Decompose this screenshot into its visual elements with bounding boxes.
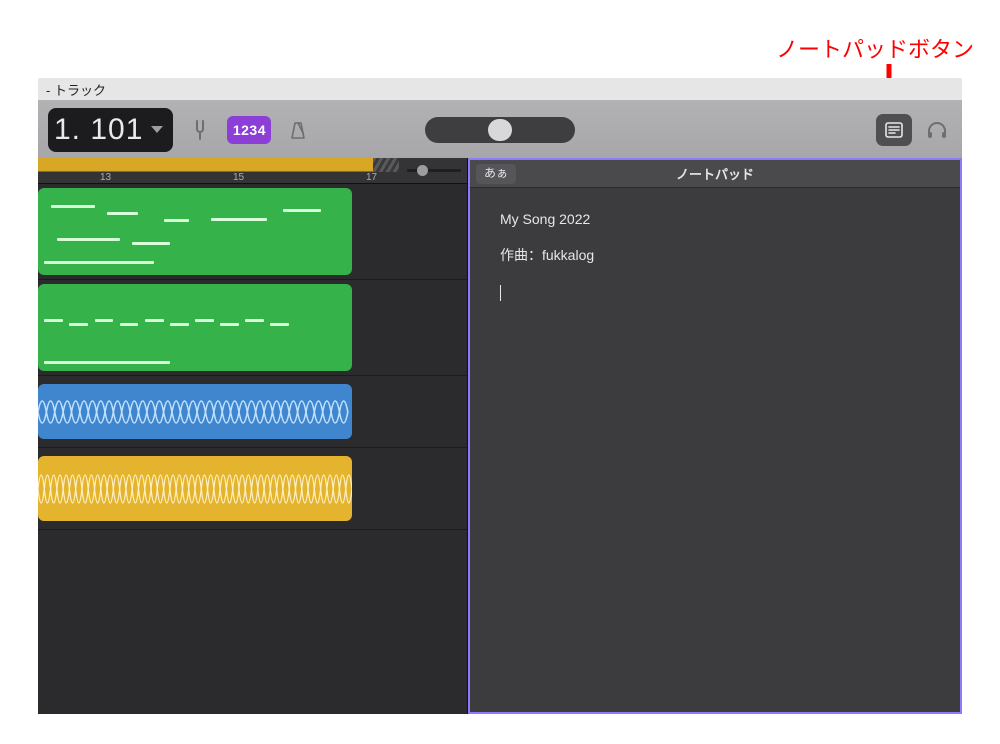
annotation-label: ノートパッドボタン [760, 32, 990, 64]
ruler-tick: 13 [100, 172, 111, 183]
app-window: - トラック 1. 101 1234 [38, 78, 962, 714]
tracks-area[interactable]: 13 15 17 [38, 158, 468, 714]
track-lane[interactable] [38, 184, 467, 280]
text-cursor [500, 285, 501, 301]
ruler-tick: 17 [366, 172, 377, 183]
timeline-ruler[interactable]: 13 15 17 [38, 158, 467, 184]
lcd-bar-beat: 1. 101 [54, 113, 143, 147]
count-in-label: 1234 [233, 122, 266, 138]
audio-region[interactable] [38, 384, 352, 439]
notepad-button[interactable] [876, 114, 912, 146]
workspace: 13 15 17 [38, 158, 962, 714]
horizontal-zoom-slider[interactable] [407, 161, 461, 179]
count-in-button[interactable]: 1234 [227, 116, 271, 144]
tuning-fork-icon[interactable] [185, 115, 215, 145]
ruler-hatch [373, 158, 399, 172]
window-titlebar: - トラック [38, 78, 962, 100]
midi-region[interactable] [38, 188, 352, 275]
toolbar: 1. 101 1234 [38, 100, 962, 158]
notepad-panel: あぁ ノートパッド My Song 2022 作曲：fukkalog [468, 158, 962, 714]
chevron-down-icon[interactable] [151, 126, 163, 133]
metronome-icon[interactable] [283, 115, 313, 145]
notepad-icon [885, 122, 903, 138]
notepad-line: 作曲：fukkalog [500, 244, 930, 266]
ruler-tick: 15 [233, 172, 244, 183]
notepad-textarea[interactable]: My Song 2022 作曲：fukkalog [470, 188, 960, 337]
notepad-header: あぁ ノートパッド [470, 160, 960, 188]
track-lane[interactable] [38, 280, 467, 376]
slider-knob[interactable] [488, 119, 512, 141]
cycle-range[interactable] [38, 158, 373, 172]
window-title: - トラック [46, 80, 106, 99]
midi-region[interactable] [38, 284, 352, 371]
headphones-icon[interactable] [922, 115, 952, 145]
master-volume-slider[interactable] [425, 117, 575, 143]
track-lane[interactable] [38, 376, 467, 448]
audio-region[interactable] [38, 456, 352, 521]
notepad-title: ノートパッド [470, 164, 960, 183]
notepad-line [500, 281, 930, 303]
notepad-line: My Song 2022 [500, 208, 930, 230]
track-lane[interactable] [38, 448, 467, 530]
lcd-display[interactable]: 1. 101 [48, 108, 173, 152]
